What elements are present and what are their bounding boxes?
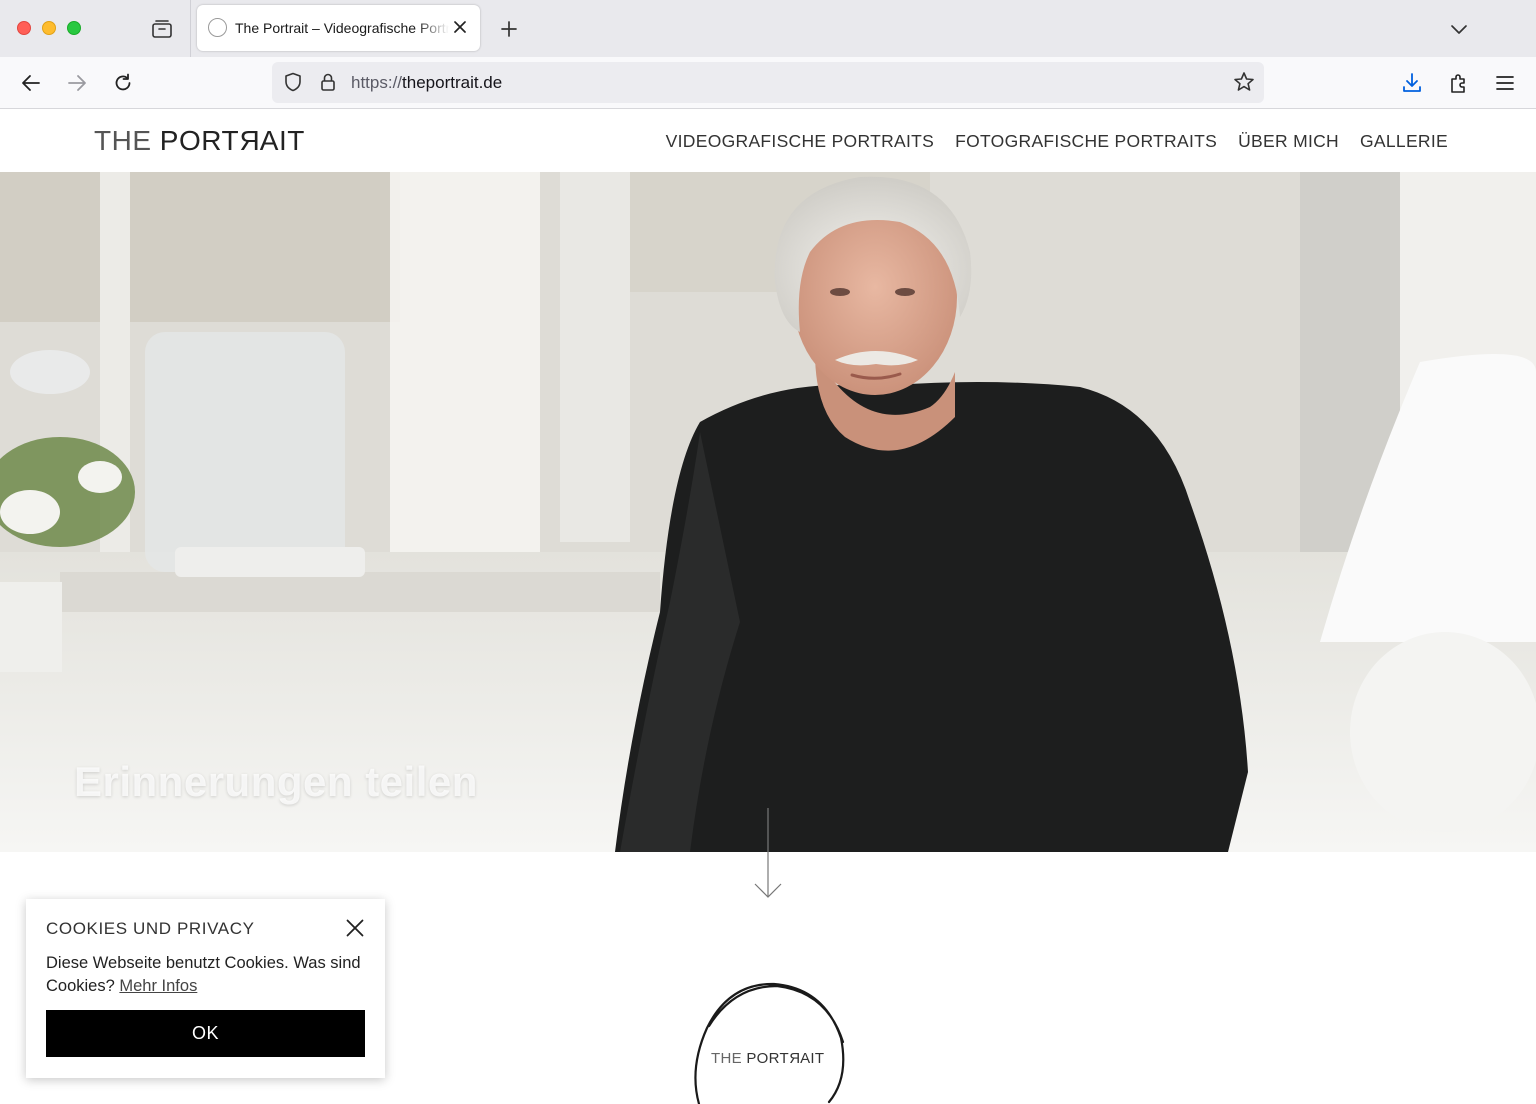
reload-icon[interactable]	[108, 68, 138, 98]
bottom-logo-text: THE PORTRAIT	[711, 1050, 824, 1067]
logo-mirrored-letter: R	[239, 125, 260, 156]
browser-tab-bar: The Portrait – Videografische Portraits	[0, 0, 1536, 57]
scroll-down-arrow-icon[interactable]	[754, 808, 782, 900]
tab-title: The Portrait – Videografische Portraits	[235, 20, 449, 36]
nav-ueber-mich[interactable]: ÜBER MICH	[1238, 131, 1339, 152]
cookie-notice-body: Diese Webseite benutzt Cookies. Was sind…	[46, 954, 361, 995]
tracking-protection-shield-icon[interactable]	[282, 71, 304, 93]
sidebar-toggle-icon[interactable]	[148, 15, 176, 43]
cookie-notice: COOKIES UND PRIVACY Diese Webseite benut…	[26, 899, 385, 1078]
forward-arrow-icon[interactable]	[62, 68, 92, 98]
bottom-logo-bold-prefix: PORT	[746, 1050, 789, 1067]
bookmark-star-icon[interactable]	[1232, 70, 1256, 94]
cookie-notice-title: COOKIES UND PRIVACY	[46, 919, 255, 938]
url-bar[interactable]: https://theportrait.de	[272, 62, 1264, 103]
window-zoom-button[interactable]	[67, 21, 81, 35]
nav-videografische-portraits[interactable]: VIDEOGRAFISCHE PORTRAITS	[666, 131, 934, 152]
bottom-logo-light: THE	[711, 1050, 747, 1067]
tab-divider	[190, 0, 191, 57]
more-info-link[interactable]: Mehr Infos	[119, 977, 197, 995]
tab-active[interactable]: The Portrait – Videografische Portraits	[197, 5, 480, 51]
nav-gallerie[interactable]: GALLERIE	[1360, 131, 1448, 152]
new-tab-icon[interactable]	[496, 16, 522, 42]
hero-portrait-image	[0, 172, 1536, 852]
hero-caption: Erinnerungen teilen	[74, 758, 478, 805]
site-favicon-icon	[208, 18, 227, 37]
logo-bold-prefix: PORT	[159, 125, 240, 156]
site-header: THE PORTRAIT VIDEOGRAFISCHE PORTRAITS FO…	[0, 109, 1536, 172]
url-text[interactable]: https://theportrait.de	[351, 73, 502, 93]
logo-bold-suffix: AIT	[259, 125, 305, 156]
bottom-logo-mirrored-letter: R	[788, 1050, 801, 1067]
chevron-down-icon[interactable]	[1446, 16, 1472, 42]
logo-light-text: THE	[94, 125, 160, 156]
extensions-puzzle-icon[interactable]	[1444, 68, 1474, 98]
bottom-circle-logo: THE PORTRAIT	[689, 978, 849, 1104]
window-close-button[interactable]	[17, 21, 31, 35]
close-icon[interactable]	[344, 917, 366, 939]
main-navigation: VIDEOGRAFISCHE PORTRAITS FOTOGRAFISCHE P…	[666, 131, 1448, 152]
url-scheme: https://	[351, 73, 403, 92]
back-arrow-icon[interactable]	[16, 68, 46, 98]
site-logo[interactable]: THE PORTRAIT	[94, 125, 305, 157]
hamburger-menu-icon[interactable]	[1490, 68, 1520, 98]
hero-video[interactable]: Erinnerungen teilen	[0, 172, 1536, 852]
browser-nav-bar: https://theportrait.de	[0, 57, 1536, 109]
cookie-notice-text: Diese Webseite benutzt Cookies. Was sind…	[46, 952, 368, 998]
url-host: theportrait.de	[402, 73, 503, 92]
tab-close-icon[interactable]	[451, 18, 469, 36]
lock-icon[interactable]	[317, 71, 339, 93]
downloads-icon[interactable]	[1397, 68, 1427, 98]
cookie-ok-button[interactable]: OK	[46, 1010, 365, 1057]
nav-fotografische-portraits[interactable]: FOTOGRAFISCHE PORTRAITS	[955, 131, 1217, 152]
window-minimize-button[interactable]	[42, 21, 56, 35]
bottom-logo-bold-suffix: AIT	[800, 1050, 825, 1067]
hand-drawn-circle-icon	[694, 982, 845, 1104]
